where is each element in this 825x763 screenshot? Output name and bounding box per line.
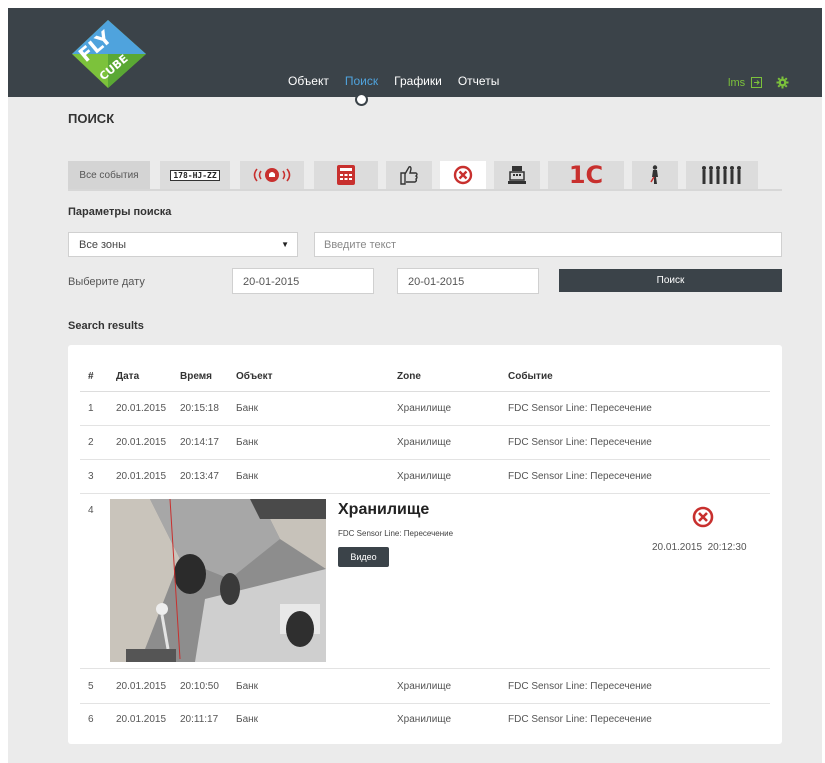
row-object: Банк xyxy=(236,471,259,482)
date-label: Выберите дату xyxy=(68,276,145,288)
top-bar: FLY CUBE Объект Поиск Графики Отчеты lms xyxy=(8,8,822,97)
row-zone: Хранилище xyxy=(397,714,451,725)
col-object: Объект xyxy=(236,371,273,382)
results-title: Search results xyxy=(68,320,144,332)
no-entry-icon xyxy=(692,506,714,528)
tab-1c[interactable]: 1C xyxy=(548,161,624,189)
row-date: 20.01.2015 xyxy=(116,403,167,414)
results-table-header: # Дата Время Объект Zone Событие xyxy=(80,367,770,392)
row-time: 20:10:50 xyxy=(180,681,219,692)
row-time: 20:15:18 xyxy=(180,403,219,414)
camera-snapshot[interactable] xyxy=(110,499,326,662)
tab-no-entry[interactable] xyxy=(440,161,486,189)
tab-cash-register[interactable] xyxy=(494,161,540,189)
table-row[interactable]: 3 20.01.2015 20:13:47 Банк Хранилище FDC… xyxy=(80,459,770,494)
table-row[interactable]: 6 20.01.2015 20:11:17 Банк Хранилище FDC… xyxy=(80,703,770,737)
col-time: Время xyxy=(180,371,212,382)
row-zone: Хранилище xyxy=(397,437,451,448)
date-to-input[interactable]: 20-01-2015 xyxy=(397,268,539,294)
dropdown-arrow-icon: ▼ xyxy=(281,240,289,249)
row-object: Банк xyxy=(236,403,259,414)
tab-calculator[interactable] xyxy=(314,161,378,189)
expanded-result-row[interactable]: 4 Хранилище FDC Sensor Line: Пересечение… xyxy=(80,493,770,669)
event-type-tabs: Все события 178-HJ-ZZ 1C xyxy=(68,161,782,191)
search-params-title: Параметры поиска xyxy=(68,206,172,218)
col-event: Событие xyxy=(508,371,553,382)
hand-icon xyxy=(400,166,418,185)
people-icon xyxy=(702,166,741,184)
table-row[interactable]: 5 20.01.2015 20:10:50 Банк Хранилище FDC… xyxy=(80,668,770,704)
row-object: Банк xyxy=(236,437,259,448)
row-event: FDC Sensor Line: Пересечение xyxy=(508,437,652,448)
cash-register-icon xyxy=(508,166,526,184)
row-date: 20.01.2015 xyxy=(116,471,167,482)
date-from-input[interactable]: 20-01-2015 xyxy=(232,268,374,294)
row-event: FDC Sensor Line: Пересечение xyxy=(508,471,652,482)
row-time: 20:11:17 xyxy=(180,714,219,725)
table-row[interactable]: 2 20.01.2015 20:14:17 Банк Хранилище FDC… xyxy=(80,425,770,460)
table-row[interactable]: 1 20.01.2015 20:15:18 Банк Хранилище FDC… xyxy=(80,391,770,426)
active-nav-indicator xyxy=(355,93,368,106)
tab-license-plate[interactable]: 178-HJ-ZZ xyxy=(160,161,230,189)
zone-select[interactable]: Все зоны ▼ xyxy=(68,232,298,257)
main-nav: Объект Поиск Графики Отчеты xyxy=(280,74,507,88)
row-object: Банк xyxy=(236,681,259,692)
row-event: FDC Sensor Line: Пересечение xyxy=(508,681,652,692)
row-date: 20.01.2015 xyxy=(116,714,167,725)
app-frame: FLY CUBE Объект Поиск Графики Отчеты lms xyxy=(8,8,822,763)
row-num: 6 xyxy=(88,714,94,725)
row-num: 3 xyxy=(88,471,94,482)
search-text-input[interactable]: Введите текст xyxy=(314,232,782,257)
alarm-icon xyxy=(253,168,291,182)
expanded-datetime: 20.01.2015 20:12:30 xyxy=(652,542,747,553)
username[interactable]: lms xyxy=(728,77,745,89)
tab-person[interactable] xyxy=(632,161,678,189)
gear-icon[interactable] xyxy=(776,76,789,89)
row-zone: Хранилище xyxy=(397,471,451,482)
expanded-zone-title: Хранилище xyxy=(338,501,490,519)
tab-all-events[interactable]: Все события xyxy=(68,161,150,189)
row-event: FDC Sensor Line: Пересечение xyxy=(508,714,652,725)
row-zone: Хранилище xyxy=(397,403,451,414)
flycube-logo[interactable]: FLY CUBE xyxy=(64,18,150,92)
row-date: 20.01.2015 xyxy=(116,437,167,448)
row-time: 20:13:47 xyxy=(180,471,219,482)
col-num: # xyxy=(88,371,94,382)
zone-select-value: Все зоны xyxy=(79,239,127,251)
row-num: 4 xyxy=(88,505,94,516)
nav-item-object[interactable]: Объект xyxy=(280,74,337,88)
no-entry-icon xyxy=(453,165,473,185)
row-num: 1 xyxy=(88,403,94,414)
nav-item-reports[interactable]: Отчеты xyxy=(450,74,507,88)
results-panel: # Дата Время Объект Zone Событие 1 20.01… xyxy=(68,345,782,744)
row-zone: Хранилище xyxy=(397,681,451,692)
page-title: ПОИСК xyxy=(68,111,115,126)
row-date: 20.01.2015 xyxy=(116,681,167,692)
nav-item-charts[interactable]: Графики xyxy=(386,74,450,88)
tab-hand[interactable] xyxy=(386,161,432,189)
person-icon xyxy=(650,165,658,184)
1c-icon: 1C xyxy=(568,161,604,189)
row-num: 5 xyxy=(88,681,94,692)
col-zone: Zone xyxy=(397,371,421,382)
row-num: 2 xyxy=(88,437,94,448)
logout-icon[interactable] xyxy=(751,77,763,88)
license-plate-icon: 178-HJ-ZZ xyxy=(170,169,220,181)
user-box: lms xyxy=(728,76,789,89)
row-time: 20:14:17 xyxy=(180,437,219,448)
tab-alarm[interactable] xyxy=(240,161,304,189)
row-event: FDC Sensor Line: Пересечение xyxy=(508,403,652,414)
expanded-event: FDC Sensor Line: Пересечение xyxy=(338,529,454,538)
calculator-icon xyxy=(337,165,355,185)
search-button[interactable]: Поиск xyxy=(559,269,782,292)
tab-all-events-label: Все события xyxy=(79,169,139,181)
video-button[interactable]: Видео xyxy=(338,547,389,567)
col-date: Дата xyxy=(116,371,140,382)
tab-people[interactable] xyxy=(686,161,758,189)
row-object: Банк xyxy=(236,714,259,725)
nav-item-search[interactable]: Поиск xyxy=(337,74,386,88)
